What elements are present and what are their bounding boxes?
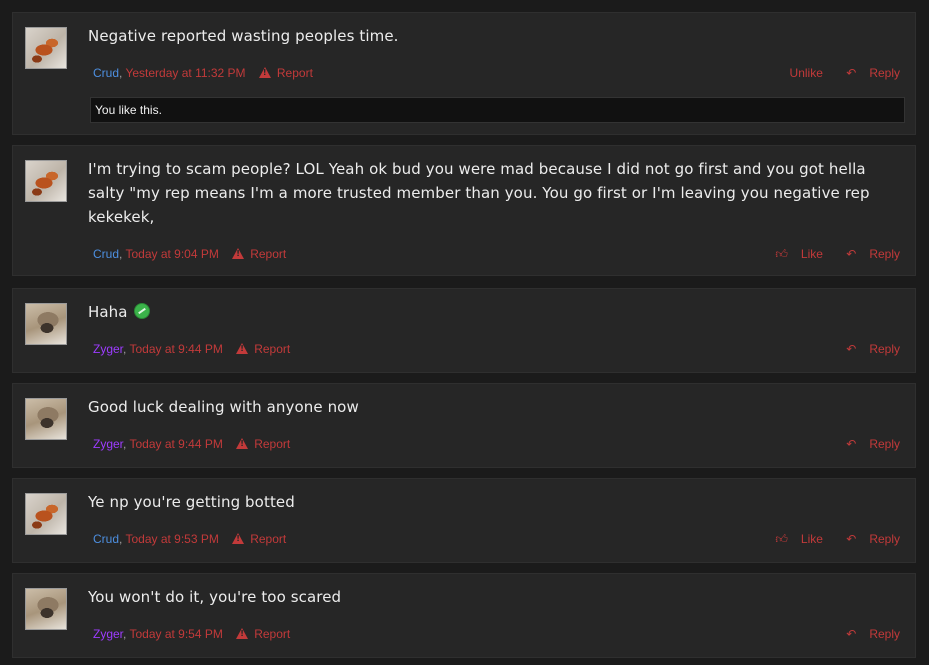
report-link[interactable]: Report: [232, 532, 286, 546]
post-message: You won't do it, you're too scared: [88, 588, 342, 606]
post-message-text: Haha: [88, 303, 128, 321]
post: Ye np you're getting botted Crud, Today …: [12, 478, 916, 563]
post-meta: Crud, Today at 9:04 PM Report: [93, 247, 286, 261]
reply-label: Reply: [869, 532, 900, 546]
post-meta: Zyger, Today at 9:44 PM Report: [93, 342, 290, 356]
username-link[interactable]: Crud: [93, 247, 119, 261]
warning-triangle-icon: [258, 67, 271, 78]
post-actions: ↶ Reply: [826, 342, 900, 356]
reply-button[interactable]: ↶ Reply: [836, 437, 900, 451]
post-message: Negative reported wasting peoples time.: [88, 27, 399, 45]
username-link[interactable]: Zyger: [93, 627, 123, 641]
post-timestamp[interactable]: Yesterday at 11:32 PM: [125, 66, 245, 80]
post-actions: ↶ Reply: [826, 437, 900, 451]
zyger-avatar[interactable]: [25, 588, 67, 630]
username-link[interactable]: Zyger: [93, 342, 123, 356]
reply-label: Reply: [869, 627, 900, 641]
username-link[interactable]: Zyger: [93, 437, 123, 451]
reply-button[interactable]: ↶ Reply: [836, 247, 900, 261]
post-message: Good luck dealing with anyone now: [88, 398, 359, 416]
post: I'm trying to scam people? LOL Yeah ok b…: [12, 145, 916, 276]
reply-arrow-icon: ↶: [846, 247, 857, 261]
reply-arrow-icon: ↶: [846, 532, 857, 546]
reply-label: Reply: [869, 66, 900, 80]
post-timestamp[interactable]: Today at 9:44 PM: [129, 437, 222, 451]
post-message: I'm trying to scam people? LOL Yeah ok b…: [88, 160, 870, 226]
report-label: Report: [254, 342, 291, 356]
post: Good luck dealing with anyone now Zyger,…: [12, 383, 916, 468]
post-actions: 👍︎ Like ↶ Reply: [755, 247, 900, 262]
post-meta: Zyger, Today at 9:54 PM Report: [93, 627, 290, 641]
report-link[interactable]: Report: [236, 627, 290, 641]
post-timestamp[interactable]: Today at 9:44 PM: [129, 342, 222, 356]
green-emoji-icon: [133, 303, 150, 319]
reply-label: Reply: [869, 342, 900, 356]
report-label: Report: [250, 532, 287, 546]
warning-triangle-icon: [232, 248, 245, 259]
post-timestamp[interactable]: Today at 9:53 PM: [125, 532, 218, 546]
report-link[interactable]: Report: [236, 437, 290, 451]
post-actions: ↶ Reply: [826, 627, 900, 641]
crud-avatar[interactable]: [25, 493, 67, 535]
like-button[interactable]: 👍︎ Like: [765, 532, 823, 546]
report-label: Report: [250, 247, 287, 261]
post-message: Ye np you're getting botted: [88, 493, 295, 511]
warning-triangle-icon: [236, 343, 249, 354]
likes-summary: You like this.: [90, 97, 905, 123]
reply-arrow-icon: ↶: [846, 342, 857, 356]
like-label: Like: [800, 532, 823, 546]
warning-triangle-icon: [236, 438, 249, 449]
thumbs-up-icon: 👍︎: [775, 247, 788, 261]
reply-button[interactable]: ↶ Reply: [836, 532, 900, 546]
post: Haha Zyger, Today at 9:44 PM Report ↶ Rep…: [12, 288, 916, 373]
warning-triangle-icon: [236, 628, 249, 639]
reply-arrow-icon: ↶: [846, 627, 857, 641]
post-actions: 👍︎ Like ↶ Reply: [755, 532, 900, 547]
report-link[interactable]: Report: [258, 66, 313, 80]
reply-arrow-icon: ↶: [846, 66, 857, 80]
post: You won't do it, you're too scared Zyger…: [12, 573, 916, 658]
reply-button[interactable]: ↶ Reply: [836, 627, 900, 641]
post-meta: Crud, Yesterday at 11:32 PM Report: [93, 66, 313, 80]
like-label: Like: [800, 247, 823, 261]
like-button[interactable]: 👍︎ Like: [765, 247, 823, 261]
post-meta: Crud, Today at 9:53 PM Report: [93, 532, 286, 546]
zyger-avatar[interactable]: [25, 398, 67, 440]
username-link[interactable]: Crud: [93, 66, 119, 80]
zyger-avatar[interactable]: [25, 303, 67, 345]
reply-button[interactable]: ↶ Reply: [836, 342, 900, 356]
report-label: Report: [254, 437, 291, 451]
report-label: Report: [254, 627, 291, 641]
post-actions: Unlike ↶ Reply: [780, 66, 900, 80]
post-meta: Zyger, Today at 9:44 PM Report: [93, 437, 290, 451]
post: Negative reported wasting peoples time. …: [12, 12, 916, 135]
warning-triangle-icon: [232, 533, 245, 544]
report-link[interactable]: Report: [232, 247, 286, 261]
post-timestamp[interactable]: Today at 9:54 PM: [129, 627, 222, 641]
username-link[interactable]: Crud: [93, 532, 119, 546]
report-link[interactable]: Report: [236, 342, 290, 356]
crud-avatar[interactable]: [25, 160, 67, 202]
reply-label: Reply: [869, 247, 900, 261]
thumbs-up-icon: 👍︎: [775, 532, 788, 546]
post-timestamp[interactable]: Today at 9:04 PM: [125, 247, 218, 261]
reply-arrow-icon: ↶: [846, 437, 857, 451]
reply-button[interactable]: ↶ Reply: [836, 66, 900, 80]
reply-label: Reply: [869, 437, 900, 451]
report-label: Report: [276, 66, 313, 80]
crud-avatar[interactable]: [25, 27, 67, 69]
unlike-button[interactable]: Unlike: [790, 66, 823, 80]
post-message: Haha: [88, 300, 875, 324]
